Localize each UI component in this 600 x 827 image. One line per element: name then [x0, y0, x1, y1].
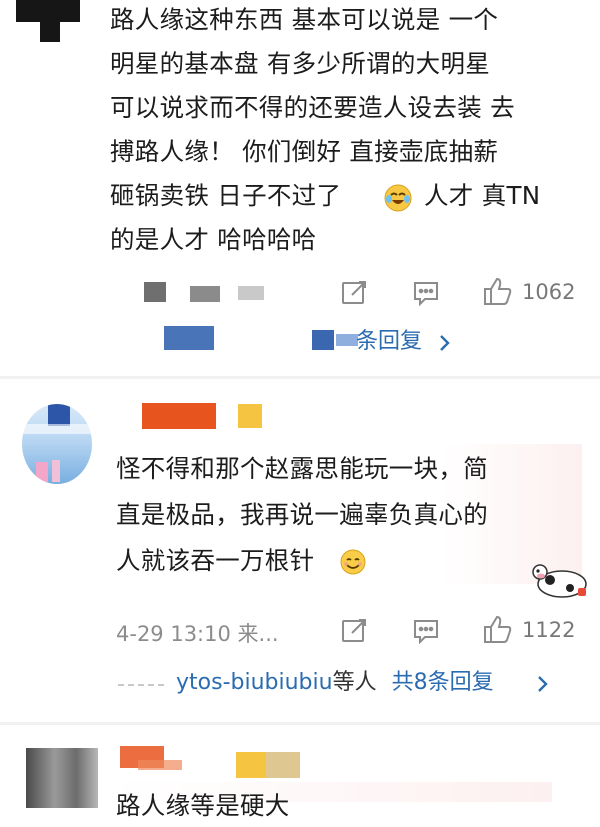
timestamp-blurred-2	[190, 286, 220, 302]
timestamp-blurred-3	[238, 286, 264, 300]
user-badge-3b	[266, 752, 300, 778]
username-3-blurred-2	[138, 760, 182, 770]
comment-3-partial-line: 路人缘等是硬大	[116, 791, 290, 820]
avatar-2[interactable]	[22, 404, 92, 484]
reply-avatar-blurred-1	[164, 326, 214, 350]
reply-thread-marker	[118, 684, 164, 688]
comment-1-line-1: 路人缘这种东西 基本可以说是 一个	[110, 5, 499, 34]
replies-count[interactable]: 共8条回复	[392, 670, 494, 695]
comment-2-line-3: 人就该吞一万根针	[116, 546, 315, 575]
avatar-1-stem	[40, 22, 60, 42]
reply-user-blurred-2	[336, 334, 358, 346]
like-count-2: 1122	[522, 618, 576, 642]
crying-laugh-emoji	[384, 184, 412, 212]
comment-2-line-1: 怪不得和那个赵露思能玩一块，简	[116, 454, 488, 483]
comment-1-line-6: 的是人才 哈哈哈哈	[110, 225, 317, 254]
cow-sticker-icon	[530, 558, 592, 600]
replies-summary[interactable]: ytos-biubiubiu等人 共8条回复	[176, 668, 494, 698]
comment-1-line-2: 明星的基本盘 有多少所谓的大明星	[110, 49, 491, 78]
reply-user-blurred[interactable]	[312, 330, 334, 350]
comment-1-line-5b: 人才 真TN	[424, 181, 541, 210]
thumbs-up-icon[interactable]	[482, 614, 514, 644]
avatar-1[interactable]	[16, 0, 80, 22]
comment-1-line-5a: 砸锅卖铁 日子不过了	[110, 181, 342, 210]
timestamp-blurred	[144, 282, 166, 302]
user-badge-3	[236, 752, 266, 778]
smile-emoji	[340, 549, 366, 575]
chevron-right-icon[interactable]	[536, 674, 550, 698]
avatar-3[interactable]	[26, 748, 98, 808]
comment-1-line-4: 搏路人缘！ 你们倒好 直接壶底抽薪	[110, 137, 499, 166]
reply-username[interactable]: ytos-biubiubiu	[176, 670, 333, 695]
comment-icon[interactable]	[412, 618, 440, 645]
chevron-right-icon[interactable]	[438, 333, 452, 357]
comment-1-line-3: 可以说求而不得的还要造人设去装 去	[110, 93, 515, 122]
user-badge-2	[238, 404, 262, 428]
username-2-blurred[interactable]	[142, 403, 216, 429]
replies-suffix: 等人	[332, 670, 377, 695]
timestamp-2: 4-29 13:10 来...	[116, 622, 279, 646]
replies-link-text[interactable]: 条回复	[356, 329, 422, 354]
thumbs-up-icon[interactable]	[482, 276, 514, 306]
comment-divider-2	[0, 722, 600, 725]
share-icon[interactable]	[340, 617, 368, 645]
comment-divider-1	[0, 376, 600, 379]
comment-2-line-2: 直是极品，我再说一遍辜负真心的	[116, 500, 488, 529]
share-icon[interactable]	[340, 279, 368, 307]
replies-link[interactable]: 条回复	[356, 328, 422, 356]
like-count-1: 1062	[522, 280, 576, 304]
comment-icon[interactable]	[412, 280, 440, 307]
